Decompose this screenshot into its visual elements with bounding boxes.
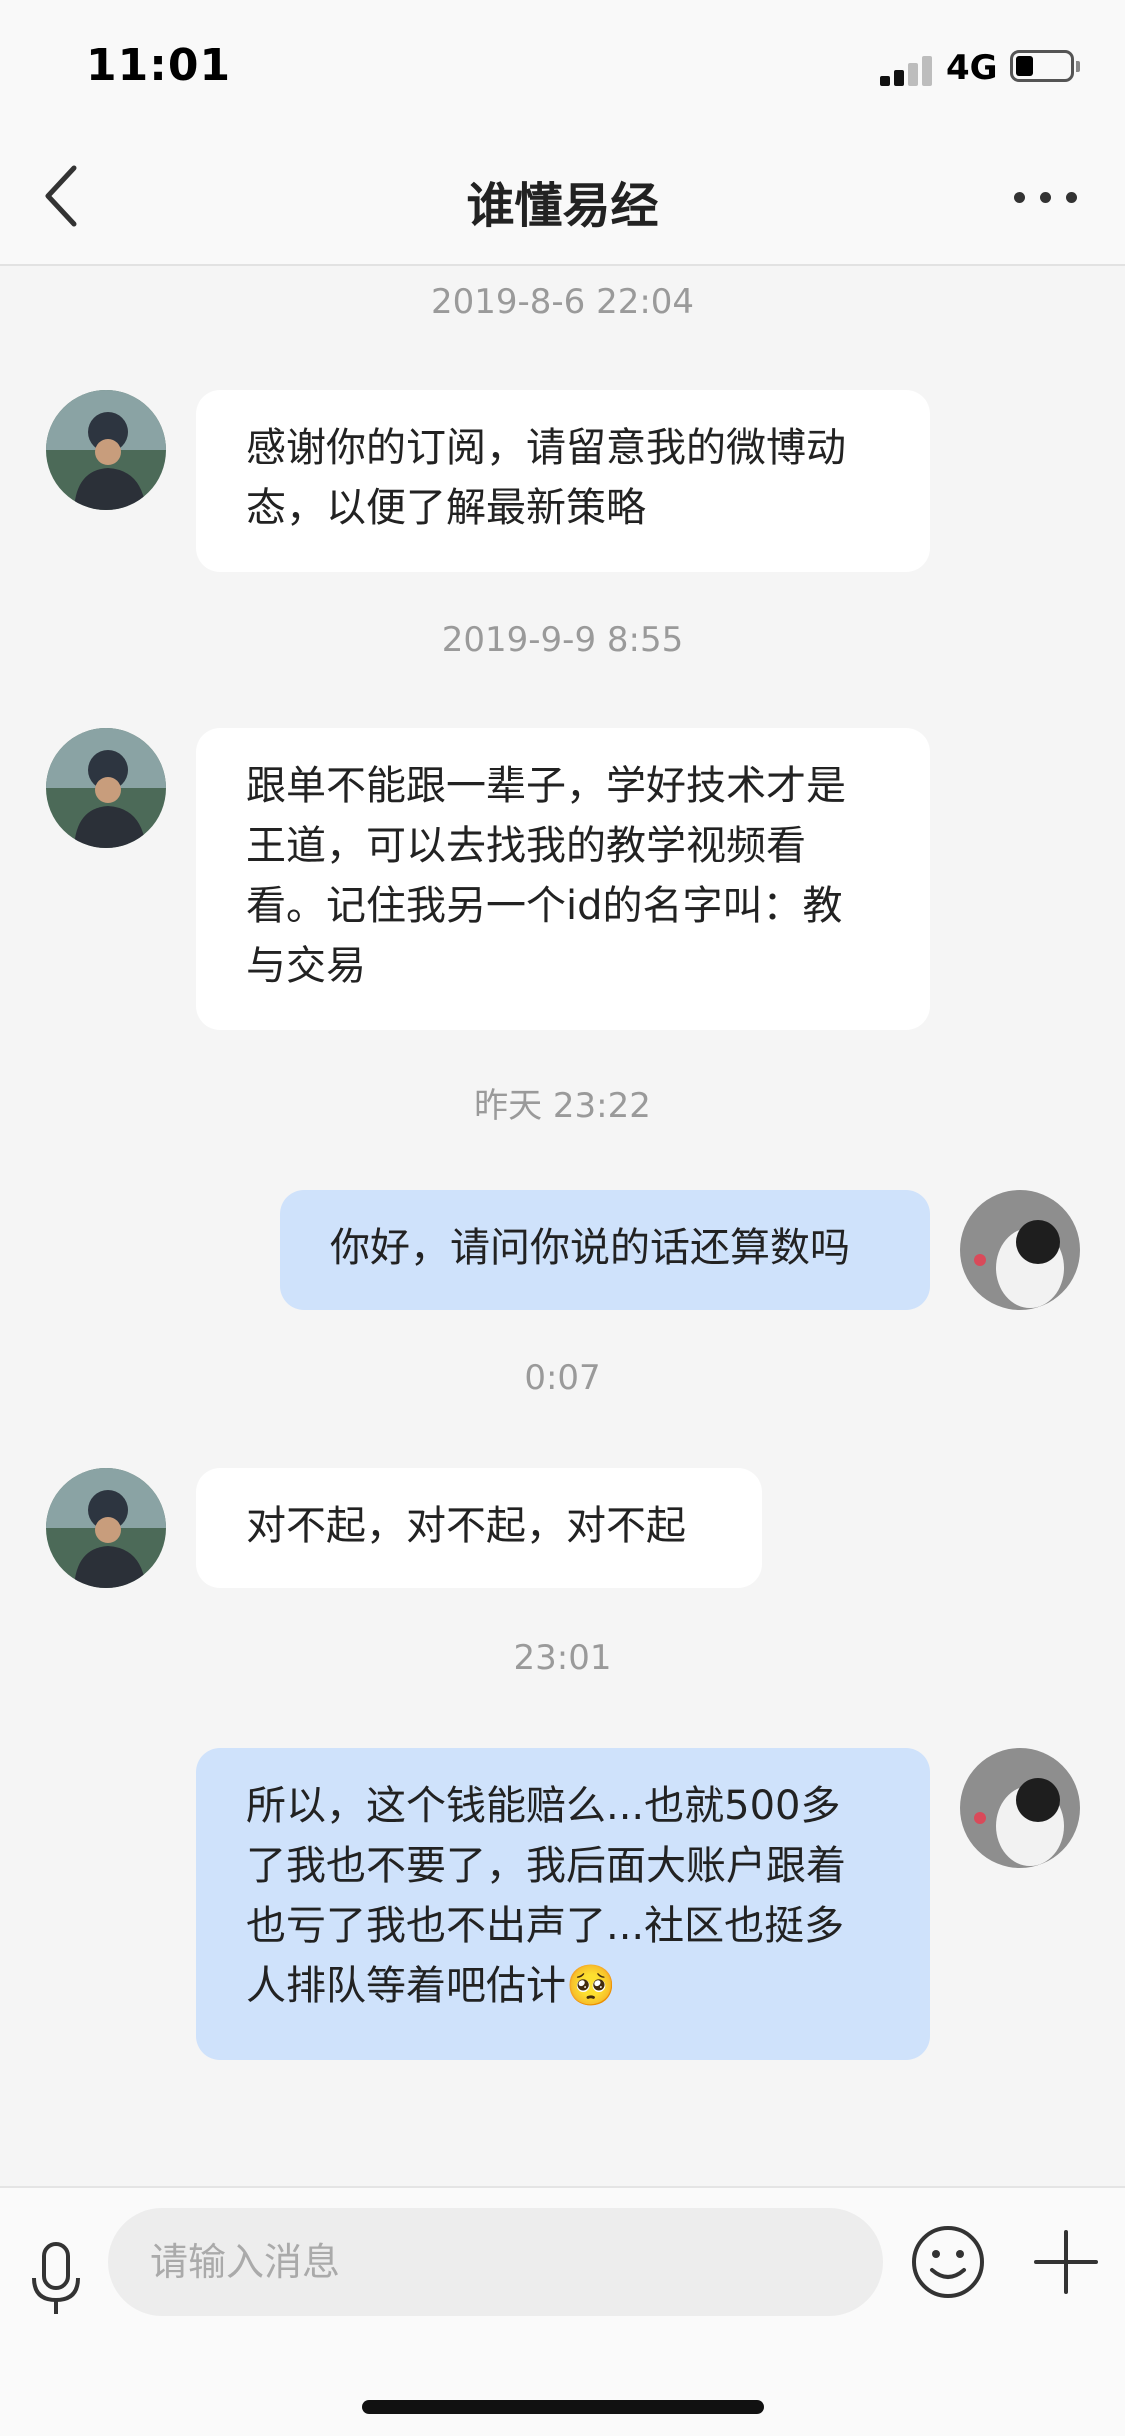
message-line: 态，以便了解最新策略 (246, 485, 646, 531)
contact-avatar[interactable] (46, 1468, 166, 1588)
emoji-button[interactable] (910, 2224, 986, 2300)
message-bubble[interactable]: 对不起，对不起，对不起 (196, 1468, 762, 1588)
message-timestamp: 2019-8-6 22:04 (430, 282, 695, 322)
message-line: 对不起，对不起，对不起 (246, 1503, 686, 1549)
message-line: 你好，请问你说的话还算数吗 (330, 1225, 850, 1271)
signal-icon (880, 52, 936, 86)
battery-icon (1010, 50, 1080, 82)
voice-button[interactable] (28, 2240, 84, 2320)
contact-avatar[interactable] (46, 390, 166, 510)
more-dots-icon (1014, 192, 1025, 203)
message-bubble[interactable]: 感谢你的订阅，请留意我的微博动 态，以便了解最新策略 (196, 390, 930, 572)
message-bubble[interactable]: 跟单不能跟一辈子，学好技术才是 王道，可以去找我的教学视频看 看。记住我另一个i… (196, 728, 930, 1030)
contact-avatar-image (46, 728, 166, 848)
network-type: 4G (946, 48, 998, 88)
message-line: 人排队等着吧估计🥺 (246, 1963, 616, 2009)
contact-avatar[interactable] (46, 728, 166, 848)
message-timestamp: 昨天 23:22 (474, 1086, 651, 1126)
message-bubble[interactable]: 所以，这个钱能赔么...也就500多 了我也不要了，我后面大账户跟着 也亏了我也… (196, 1748, 930, 2060)
my-avatar-image (960, 1748, 1080, 1868)
header: 11:01 4G 谁懂易经 (0, 0, 1125, 266)
message-line: 感谢你的订阅，请留意我的微博动 (246, 425, 846, 471)
message-timestamp: 2019-9-9 8:55 (441, 620, 684, 660)
contact-avatar-image (46, 1468, 166, 1588)
message-line: 了我也不要了，我后面大账户跟着 (246, 1843, 846, 1889)
message-line: 王道，可以去找我的教学视频看 (246, 823, 806, 869)
add-button[interactable] (1030, 2226, 1102, 2298)
my-avatar[interactable] (960, 1748, 1080, 1868)
contact-avatar-image (46, 390, 166, 510)
message-line: 与交易 (246, 943, 366, 989)
message-line: 跟单不能跟一辈子，学好技术才是 (246, 763, 846, 809)
emoji-icon (912, 2226, 984, 2298)
plus-icon (1034, 2230, 1098, 2294)
input-bar (0, 2186, 1125, 2436)
chat-screen: 11:01 4G 谁懂易经 2019-8-6 22:04 感谢你的订阅，请留意我… (0, 0, 1125, 2436)
message-timestamp: 0:07 (524, 1358, 601, 1398)
status-time: 11:01 (86, 40, 232, 91)
message-input[interactable] (108, 2208, 883, 2316)
home-indicator[interactable] (362, 2400, 764, 2414)
microphone-icon (32, 2242, 80, 2314)
message-line: 看。记住我另一个id的名字叫：教 (246, 883, 843, 929)
chat-title: 谁懂易经 (466, 178, 659, 234)
message-line: 也亏了我也不出声了...社区也挺多 (246, 1903, 845, 1949)
more-button[interactable] (1010, 186, 1080, 206)
message-line: 所以，这个钱能赔么...也就500多 (246, 1783, 841, 1829)
message-timestamp: 23:01 (513, 1638, 612, 1678)
message-bubble[interactable]: 你好，请问你说的话还算数吗 (280, 1190, 930, 1310)
my-avatar[interactable] (960, 1190, 1080, 1310)
my-avatar-image (960, 1190, 1080, 1310)
